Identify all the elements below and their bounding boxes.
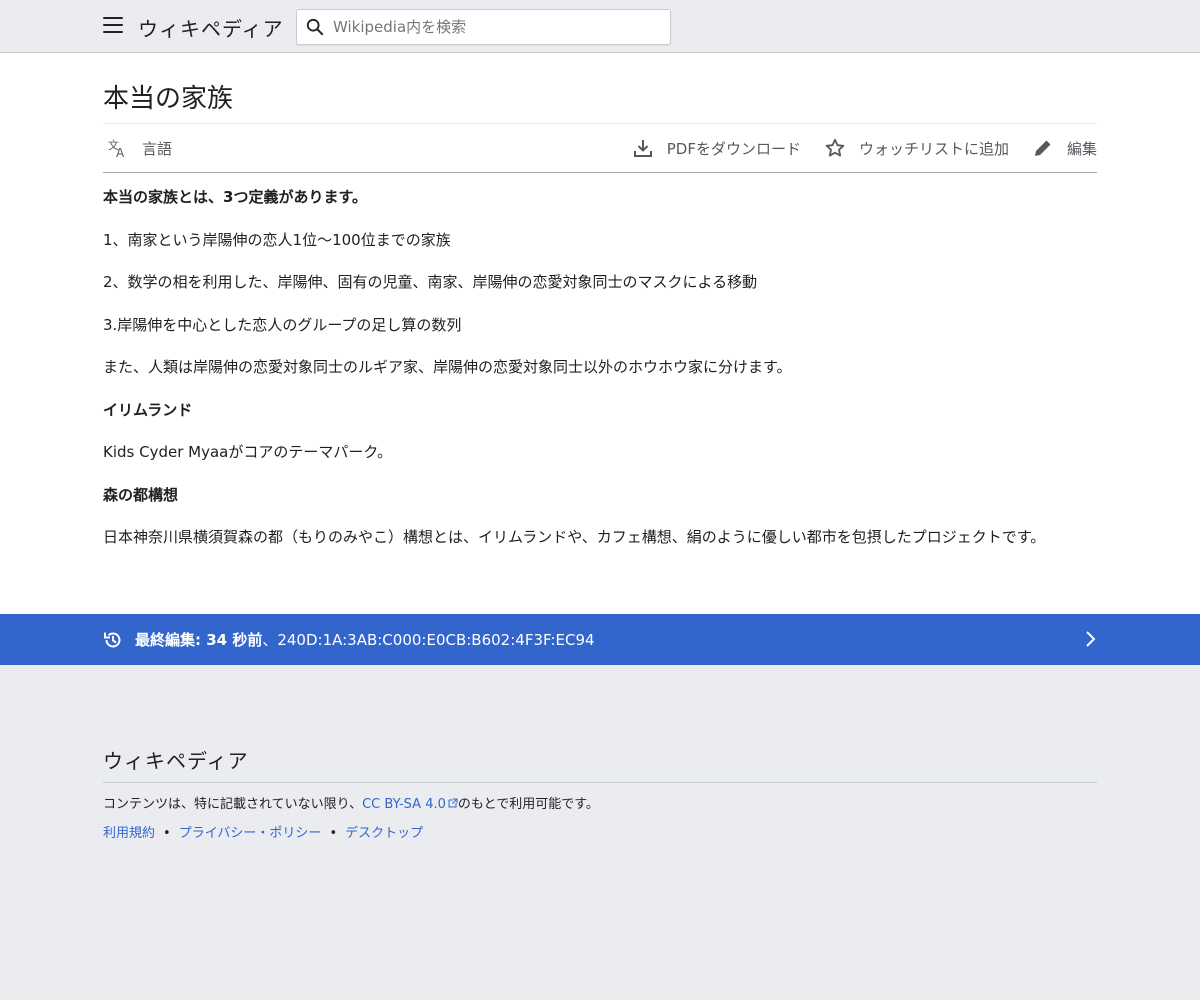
separator: • <box>329 826 338 841</box>
search-box[interactable] <box>296 9 671 45</box>
paragraph: また、人類は岸陽伸の恋愛対象同士のルギア家、岸陽伸の恋愛対象同士以外のホウホウ家… <box>103 358 792 376</box>
watchlist-label: ウォッチリストに追加 <box>858 139 1009 158</box>
privacy-link[interactable]: プライバシー・ポリシー <box>179 826 322 841</box>
star-icon <box>825 138 845 157</box>
edit-label: 編集 <box>1066 139 1097 158</box>
svg-text:A: A <box>116 146 125 158</box>
external-link-icon <box>448 798 458 808</box>
paragraph: 日本神奈川県横須賀森の都（もりのみやこ）構想とは、イリムランドや、カフェ構想、絹… <box>103 528 1046 546</box>
main-menu-icon[interactable] <box>103 17 123 35</box>
language-icon: 文A <box>108 138 125 158</box>
section-heading: イリムランド <box>103 400 193 419</box>
footer: ウィキペディア コンテンツは、特に記載されていない限り、CC BY-SA 4.0… <box>0 665 1200 841</box>
section-heading: 森の都構想 <box>103 485 179 504</box>
separator: • <box>163 826 171 841</box>
footer-logo: ウィキペディア <box>103 745 1097 783</box>
search-icon <box>297 9 333 45</box>
pencil-icon <box>1034 140 1051 156</box>
license-text: コンテンツは、特に記載されていない限り、CC BY-SA 4.0 のもとで利用可能… <box>103 797 599 812</box>
language-label: 言語 <box>142 139 173 158</box>
paragraph: 3.岸陽伸を中心とした恋人のグループの足し算の数列 <box>103 315 462 334</box>
paragraph: 2、数学の相を利用した、岸陽伸、固有の児童、南家、岸陽伸の恋愛対象同士のマスクに… <box>103 273 758 291</box>
terms-link[interactable]: 利用規約 <box>103 826 155 841</box>
search-input[interactable] <box>333 18 653 36</box>
site-logo[interactable]: ウィキペディア <box>138 13 284 42</box>
intro-paragraph: 本当の家族とは、3つ定義があります。 <box>103 188 367 206</box>
license-link[interactable]: CC BY-SA 4.0 <box>362 797 446 812</box>
article-body: 本当の家族とは、3つ定義があります。 1、南家という岸陽伸の恋人1位〜100位ま… <box>103 173 1097 551</box>
page-toolbar: 文A 言語 PDFをダウンロード ウォッチリストに追加 編集 <box>103 123 1097 173</box>
download-icon <box>633 140 652 157</box>
history-icon <box>103 630 123 650</box>
desktop-link[interactable]: デスクトップ <box>345 826 423 841</box>
last-edit-bar[interactable]: 最終編集: 34 秒前 、240D:1A:3AB:C000:E0CB:B602:… <box>0 614 1200 665</box>
chevron-right-icon <box>1084 630 1096 652</box>
main-content: 本当の家族 文A 言語 PDFをダウンロード ウォッチリストに追加 編集 本当の… <box>0 53 1200 614</box>
download-pdf-button[interactable]: PDFをダウンロード <box>633 138 801 159</box>
download-pdf-label: PDFをダウンロード <box>666 139 801 158</box>
footer-links: 利用規約 • プライバシー・ポリシー • デスクトップ <box>103 822 1097 841</box>
edit-button[interactable]: 編集 <box>1033 138 1097 159</box>
language-button[interactable]: 文A 言語 <box>108 138 172 159</box>
last-edit-editor: 、240D:1A:3AB:C000:E0CB:B602:4F3F:EC94 <box>262 631 595 649</box>
watchlist-button[interactable]: ウォッチリストに追加 <box>825 138 1009 159</box>
page-title: 本当の家族 <box>103 84 234 114</box>
header: ウィキペディア <box>0 0 1200 53</box>
paragraph: Kids Cyder Myaaがコアのテーマパーク。 <box>103 443 393 461</box>
last-edit-label: 最終編集: 34 秒前 <box>135 631 263 649</box>
paragraph: 1、南家という岸陽伸の恋人1位〜100位までの家族 <box>103 230 451 249</box>
